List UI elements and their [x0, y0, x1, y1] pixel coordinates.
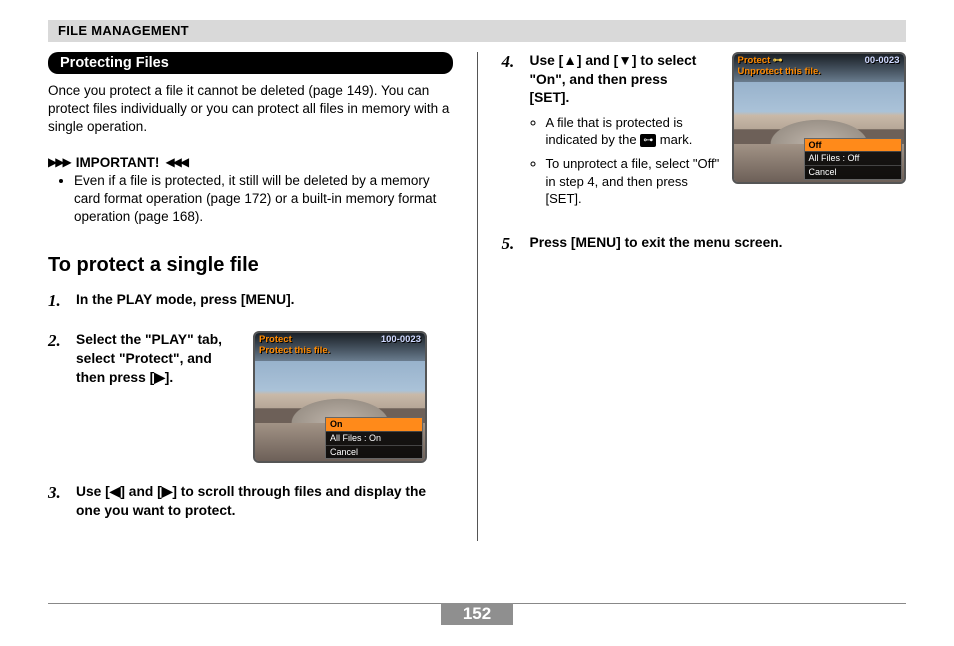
manual-page: FILE MANAGEMENT Protecting Files Once yo…	[0, 0, 954, 646]
step-text: Select the "PLAY" tab, select "Protect",…	[76, 331, 241, 387]
camera-lcd-preview: Protect ⊶ 00-0023 Unprotect this file. O…	[732, 52, 906, 184]
step-3: 3. Use [◀] and [▶] to scroll through fil…	[48, 483, 453, 520]
lcd-menu-item-selected: Off	[805, 139, 901, 152]
important-label: IMPORTANT!	[76, 155, 160, 170]
lcd-subtitle: Unprotect this file.	[738, 66, 821, 77]
lcd-menu: On All Files : On Cancel	[325, 417, 423, 459]
sub-text-b: mark.	[656, 132, 692, 147]
lcd-menu: Off All Files : Off Cancel	[804, 138, 902, 180]
step-text: Use [▲] and [▼] to select "On", and then…	[530, 52, 700, 108]
right-column: 4. Use [▲] and [▼] to select "On", and t…	[478, 52, 907, 541]
lcd-file-number: 100-0023	[381, 334, 421, 345]
step-number: 2.	[48, 331, 68, 351]
lcd-title: Protect	[738, 55, 771, 66]
important-bullet-list: Even if a file is protected, it still wi…	[48, 172, 453, 227]
lcd-menu-item: Cancel	[326, 445, 422, 459]
steps-list-right: 4. Use [▲] and [▼] to select "On", and t…	[502, 52, 907, 254]
lcd-topbar: Protect 100-0023 Protect this file.	[255, 333, 425, 361]
step-1: 1. In the PLAY mode, press [MENU].	[48, 291, 453, 311]
lcd-subtitle: Protect this file.	[259, 345, 330, 356]
key-icon: ⊶	[640, 134, 656, 147]
step-5: 5. Press [MENU] to exit the menu screen.	[502, 234, 907, 254]
two-column-layout: Protecting Files Once you protect a file…	[48, 52, 906, 541]
step-text: Use [◀] and [▶] to scroll through files …	[76, 483, 453, 520]
lcd-file-number: 00-0023	[865, 55, 900, 66]
step-number: 5.	[502, 234, 522, 254]
lcd-key-icon: ⊶	[773, 55, 783, 66]
step-number: 3.	[48, 483, 68, 503]
page-footer: 152	[48, 603, 906, 628]
lcd-mountain	[255, 373, 425, 423]
step-text: Press [MENU] to exit the menu screen.	[530, 234, 907, 253]
sub-bullet-list: A file that is protected is indicated by…	[530, 114, 720, 208]
section-header: FILE MANAGEMENT	[48, 20, 906, 42]
steps-list-left: 1. In the PLAY mode, press [MENU]. 2. Se…	[48, 291, 453, 520]
lcd-topbar: Protect ⊶ 00-0023 Unprotect this file.	[734, 54, 904, 82]
important-heading: ▶▶▶ IMPORTANT! ◀◀◀	[48, 155, 453, 170]
step-number: 1.	[48, 291, 68, 311]
lcd-mountain	[734, 94, 904, 144]
lcd-menu-item-selected: On	[326, 418, 422, 431]
left-column: Protecting Files Once you protect a file…	[48, 52, 477, 541]
procedure-heading: To protect a single file	[48, 254, 453, 277]
right-arrows-icon: ▶▶▶	[48, 155, 70, 169]
step-2: 2. Select the "PLAY" tab, select "Protec…	[48, 331, 453, 463]
topic-title-pill: Protecting Files	[48, 52, 453, 74]
lcd-title: Protect	[259, 334, 292, 345]
page-number: 152	[441, 603, 513, 625]
sub-bullet: To unprotect a file, select "Off" in ste…	[546, 155, 720, 208]
lcd-menu-item: All Files : Off	[805, 151, 901, 165]
step-4: 4. Use [▲] and [▼] to select "On", and t…	[502, 52, 907, 214]
left-arrows-icon: ◀◀◀	[165, 155, 187, 169]
intro-paragraph: Once you protect a file it cannot be del…	[48, 82, 453, 137]
step-number: 4.	[502, 52, 522, 72]
important-bullet: Even if a file is protected, it still wi…	[74, 172, 453, 227]
sub-bullet: A file that is protected is indicated by…	[546, 114, 720, 149]
step-text: In the PLAY mode, press [MENU].	[76, 291, 453, 310]
lcd-menu-item: All Files : On	[326, 431, 422, 445]
lcd-menu-item: Cancel	[805, 165, 901, 179]
camera-lcd-preview: Protect 100-0023 Protect this file. On A…	[253, 331, 427, 463]
